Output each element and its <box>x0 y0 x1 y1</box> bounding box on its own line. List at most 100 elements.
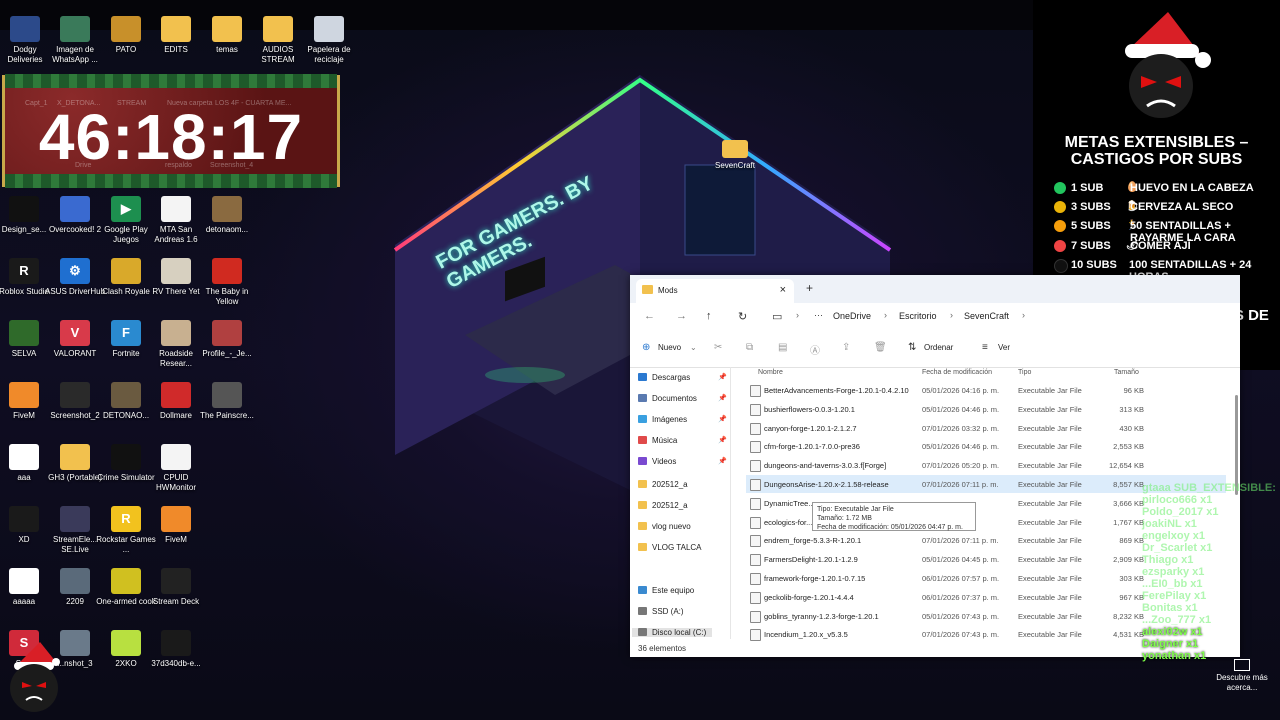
chat-line-faded: pirloco666 x1 <box>1142 494 1213 506</box>
sidebar-item[interactable]: SSD (A:) <box>638 607 684 616</box>
rename-icon[interactable]: Ⓐ <box>810 342 820 357</box>
new-tab-icon[interactable]: + <box>806 281 813 295</box>
desktop-icon[interactable]: The Painscre... <box>197 382 257 421</box>
file-name: BetterAdvancements-Forge-1.20.1-0.4.2.10 <box>764 386 909 395</box>
column-name[interactable]: Nombre <box>758 369 783 376</box>
file-date: 06/01/2026 07:37 p. m. <box>922 592 1000 602</box>
sidebar-folder-icon <box>638 373 647 381</box>
sidebar-item[interactable]: Música 📌 <box>638 436 727 445</box>
file-name: endrem_forge-5.3.3-R-1.20.1 <box>764 536 862 546</box>
sidebar-item[interactable]: vlog nuevo <box>638 522 691 531</box>
desktop-icon[interactable]: 37d340db-e... <box>146 630 206 669</box>
command-bar: ⊕ Nuevo ⌄ ✂ ⧉ ▤ Ⓐ ⇪ 🗑 ⇅ Ordenar ≡ Ver <box>630 331 1240 368</box>
desktop-icon[interactable]: detonaom... <box>197 196 257 235</box>
sidebar-folder-icon <box>638 394 647 402</box>
file-size: 2,909 KB <box>1113 555 1144 565</box>
file-size: 12,654 KB <box>1108 461 1144 471</box>
goal-count: 7 SUBS <box>1071 240 1111 252</box>
tab-mods[interactable]: Mods × <box>636 279 794 303</box>
sidebar-item[interactable]: Este equipo <box>638 586 694 595</box>
chat-line: alexi02w x1 <box>1142 626 1203 638</box>
copy-icon[interactable]: ⧉ <box>746 342 753 353</box>
discover-more-widget[interactable]: Descubre más acerca... <box>1214 659 1270 693</box>
chat-line-faded: engelxoy x1 <box>1142 530 1205 542</box>
file-name: geckolib-forge-1.20.1-4.4.4 <box>764 592 854 602</box>
app-icon <box>161 568 191 594</box>
file-type: Executable Jar File <box>1018 592 1082 602</box>
app-icon: ▶ <box>111 196 141 222</box>
app-icon <box>60 382 90 408</box>
file-date: 07/01/2026 03:32 p. m. <box>922 423 1000 433</box>
sidebar-item[interactable]: Videos 📌 <box>638 457 727 466</box>
breadcrumb-onedrive[interactable]: OneDrive <box>833 311 871 321</box>
desktop-icon-sevencraft[interactable]: SevenCraft <box>705 140 765 171</box>
app-icon: R <box>111 506 141 532</box>
cut-icon[interactable]: ✂ <box>714 342 722 353</box>
chat-line-faded: ...Zoo_777 x1 <box>1142 614 1212 626</box>
column-size[interactable]: Tamaño <box>1114 369 1139 376</box>
back-icon[interactable]: ← <box>644 310 655 322</box>
address-bar: ← → ↑ ↻ ▭ › ··· OneDrive › Escritorio › … <box>630 303 1240 332</box>
monitor-icon[interactable]: ▭ <box>772 310 782 323</box>
sidebar-item-label: SSD (A:) <box>652 607 684 616</box>
file-row[interactable]: cfm-forge-1.20.1-7.0.0-pre36 05/01/2026 0… <box>746 437 1226 455</box>
timer-garland-bottom <box>5 174 337 188</box>
column-date[interactable]: Fecha de modificación <box>922 369 992 376</box>
sidebar-item[interactable]: Imágenes 📌 <box>638 415 727 424</box>
file-date: 05/01/2026 07:43 p. m. <box>922 611 1000 621</box>
paste-icon[interactable]: ▤ <box>778 342 787 353</box>
sidebar-item[interactable]: 202512_a <box>638 501 688 510</box>
desktop-icon[interactable]: CPUID HWMonitor <box>146 444 206 493</box>
file-name: DynamicTree... <box>764 498 815 508</box>
app-icon <box>111 568 141 594</box>
desktop-icon[interactable]: Profile_-_Je... <box>197 320 257 359</box>
goal-row: 5 SUBS 🏃 50 SENTADILLAS + RAYARME LA CARA <box>1052 219 1277 244</box>
file-date: 07/01/2026 07:11 p. m. <box>922 480 999 489</box>
sidebar-item[interactable]: VLOG TALCA <box>638 543 702 552</box>
file-type: Executable Jar File <box>1018 404 1082 414</box>
file-row[interactable]: bushierflowers-0.0.3-1.20.1 05/01/2026 04… <box>746 400 1226 418</box>
app-icon <box>9 320 39 346</box>
status-bar: 36 elementos <box>638 644 687 653</box>
sidebar-item[interactable]: 202512_a <box>638 480 688 489</box>
jar-file-icon <box>750 422 761 435</box>
up-icon[interactable]: ↑ <box>706 310 712 322</box>
scrollbar[interactable] <box>1235 395 1238 495</box>
chat-line-faded: Poldo_2017 x1 <box>1142 506 1219 518</box>
view-button[interactable]: Ver <box>998 343 1010 352</box>
file-row[interactable]: BetterAdvancements-Forge-1.20.1-0.4.2.10… <box>746 381 1226 399</box>
file-type: Executable Jar File <box>1018 611 1082 621</box>
jar-file-icon <box>750 610 761 623</box>
jar-file-icon <box>750 403 761 416</box>
app-icon <box>212 320 242 346</box>
share-icon[interactable]: ⇪ <box>842 342 850 353</box>
delete-icon[interactable]: 🗑 <box>874 342 887 353</box>
jar-file-icon <box>750 573 761 585</box>
file-row[interactable]: canyon-forge-1.20.1-2.1.2.7 07/01/2026 03… <box>746 419 1226 437</box>
close-icon[interactable]: × <box>780 284 786 296</box>
sort-button[interactable]: Ordenar <box>924 343 953 352</box>
chat-line: Daigner x1 <box>1142 638 1199 650</box>
desktop-icon[interactable]: The Baby in Yellow <box>197 258 257 307</box>
desktop-icon[interactable]: Stream Deck <box>146 568 206 607</box>
refresh-icon[interactable]: ↻ <box>738 310 747 323</box>
file-row[interactable]: dungeons-and-taverns-3.0.3.f[Forge] 07/01… <box>746 456 1226 474</box>
app-icon <box>212 196 242 222</box>
icon-label: CPUID HWMonitor <box>155 473 196 492</box>
icon-label: Papelera de reciclaje <box>307 45 351 64</box>
column-type[interactable]: Tipo <box>1018 369 1031 376</box>
desktop-icon[interactable]: Papelera de reciclaje <box>299 16 359 65</box>
forward-icon[interactable]: → <box>676 310 687 322</box>
desktop-icon[interactable]: FiveM <box>146 506 206 545</box>
sidebar-item[interactable]: Descargas 📌 <box>638 373 727 382</box>
app-icon <box>263 16 293 42</box>
timer-ghost-label: Drive <box>75 162 92 169</box>
breadcrumb-escritorio[interactable]: Escritorio <box>899 311 937 321</box>
file-date: 07/01/2026 07:43 p. m. <box>922 630 1000 640</box>
breadcrumb-sevencraft[interactable]: SevenCraft <box>964 311 1009 321</box>
file-size: 3,666 KB <box>1113 498 1144 508</box>
sidebar-item[interactable]: Documentos 📌 <box>638 394 727 403</box>
more-icon[interactable]: ··· <box>814 310 823 320</box>
sidebar-item[interactable]: Disco local (C:) <box>632 628 713 637</box>
new-button[interactable]: Nuevo <box>658 343 681 352</box>
